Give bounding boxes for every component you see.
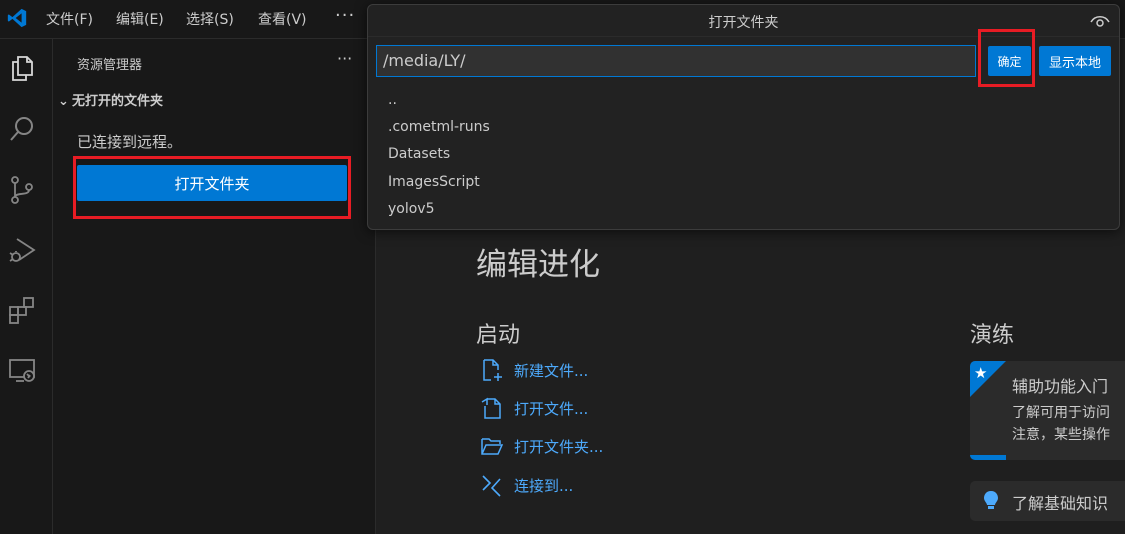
open-file-label: 打开文件... (514, 399, 589, 418)
lightbulb-icon (984, 491, 998, 509)
walkthrough-card-accessibility[interactable]: ★ 辅助功能入门 了解可用于访问 注意，某些操作 (970, 361, 1125, 460)
eye-icon[interactable] (1090, 13, 1110, 29)
card-progress-bar (970, 455, 1006, 460)
new-file-label: 新建文件... (514, 361, 589, 380)
folder-list-item[interactable]: .cometml-runs (388, 119, 490, 135)
folder-path-input[interactable]: /media/LY/ (376, 45, 976, 77)
source-control-icon[interactable] (7, 175, 37, 205)
new-file-link[interactable]: 新建文件... (480, 357, 588, 383)
folder-list-item[interactable]: .. (388, 92, 397, 108)
ok-button[interactable]: 确定 (988, 46, 1031, 76)
vscode-logo-icon (7, 8, 27, 28)
explorer-sidebar: 资源管理器 ··· ⌄ 无打开的文件夹 已连接到远程。 打开文件夹 (53, 39, 376, 534)
menu-more-icon[interactable]: ··· (335, 5, 355, 26)
card-title: 辅助功能入门 (1012, 377, 1109, 396)
folder-list-item[interactable]: yolov5 (388, 201, 435, 217)
new-file-icon (483, 359, 502, 381)
menu-view[interactable]: 查看(V) (258, 9, 307, 29)
search-icon[interactable] (7, 114, 37, 144)
open-folder-label: 打开文件夹... (514, 437, 604, 456)
activity-bar (0, 39, 53, 534)
connect-to-label: 连接到... (514, 476, 574, 495)
connected-remote-text: 已连接到远程。 (77, 133, 183, 151)
card-description-line: 了解可用于访问 (1012, 405, 1110, 421)
sidebar-title: 资源管理器 (77, 58, 143, 73)
open-folder-button[interactable]: 打开文件夹 (77, 165, 347, 201)
run-debug-icon[interactable] (7, 235, 37, 265)
walkthroughs-heading: 演练 (970, 323, 1015, 348)
explorer-icon[interactable] (7, 53, 37, 83)
menu-selection[interactable]: 选择(S) (186, 9, 234, 29)
chevron-down-icon: ⌄ (58, 94, 69, 109)
connect-to-link[interactable]: 连接到... (480, 472, 573, 498)
start-heading: 启动 (476, 323, 521, 348)
show-local-button[interactable]: 显示本地 (1039, 46, 1111, 76)
open-file-icon (481, 397, 501, 419)
card-description-line: 注意，某些操作 (1012, 427, 1110, 443)
folder-list-item[interactable]: Datasets (388, 146, 450, 162)
open-folder-icon (481, 438, 504, 455)
dialog-title: 打开文件夹 (708, 15, 779, 31)
divider (368, 36, 1119, 37)
open-folder-dialog: 打开文件夹 /media/LY/ 确定 显示本地 .. .cometml-run… (367, 4, 1120, 230)
walkthrough-card-fundamentals[interactable]: 了解基础知识 (970, 481, 1125, 521)
sidebar-more-icon[interactable]: ··· (337, 49, 352, 68)
star-icon: ★ (974, 364, 988, 382)
section-header-label: 无打开的文件夹 (72, 94, 164, 109)
menu-file[interactable]: 文件(F) (46, 9, 93, 29)
no-folder-section-header[interactable]: ⌄ 无打开的文件夹 (58, 90, 163, 109)
remote-connect-icon (482, 475, 501, 497)
open-file-link[interactable]: 打开文件... (480, 395, 588, 421)
card-title: 了解基础知识 (1012, 494, 1109, 513)
extensions-icon[interactable] (7, 295, 37, 325)
welcome-title: 编辑进化 (476, 247, 600, 283)
open-folder-link[interactable]: 打开文件夹... (480, 433, 603, 459)
remote-explorer-icon[interactable] (7, 355, 37, 385)
folder-list-item[interactable]: ImagesScript (388, 174, 480, 190)
menu-edit[interactable]: 编辑(E) (116, 9, 164, 29)
